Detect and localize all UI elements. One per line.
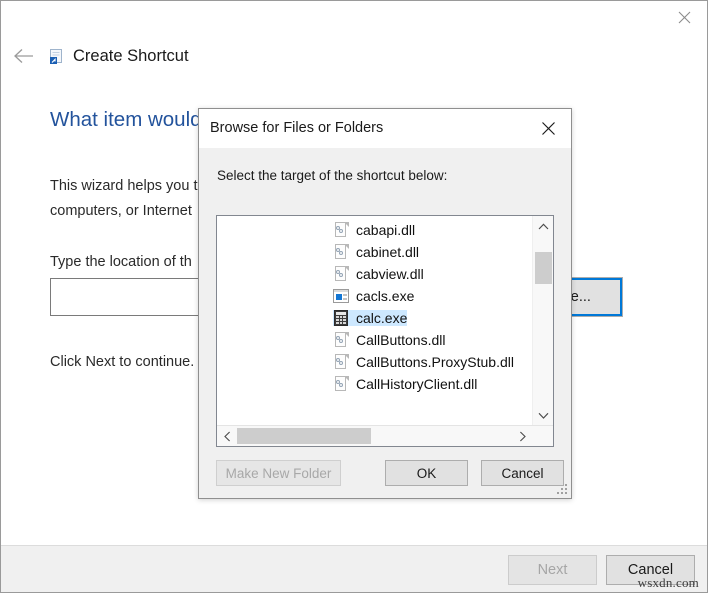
dialog-prompt: Select the target of the shortcut below:: [217, 168, 447, 183]
vertical-scrollbar[interactable]: [532, 216, 553, 425]
list-item[interactable]: calc.exe: [217, 307, 531, 329]
scroll-up-button[interactable]: [533, 216, 554, 236]
screen-root: Create Shortcut What item would This wiz…: [0, 0, 708, 593]
list-item[interactable]: CallButtons.ProxyStub.dll: [217, 351, 531, 373]
file-name: CallButtons.ProxyStub.dll: [356, 354, 514, 370]
horizontal-scroll-thumb[interactable]: [237, 428, 371, 444]
file-name: cabview.dll: [356, 266, 424, 282]
dialog-titlebar: Browse for Files or Folders: [199, 109, 571, 148]
dll-file-icon: [333, 244, 349, 260]
calculator-icon: [333, 310, 349, 326]
vertical-scroll-thumb[interactable]: [535, 252, 552, 284]
list-item[interactable]: cabview.dll: [217, 263, 531, 285]
wizard-note: Click Next to continue.: [50, 354, 194, 370]
description-line-1: This wizard helps you t: [50, 178, 197, 194]
chevron-up-icon: [538, 223, 549, 230]
chevron-right-icon: [519, 431, 526, 442]
list-item[interactable]: cabinet.dll: [217, 241, 531, 263]
wizard-footer: Next Cancel: [1, 545, 707, 592]
file-name: CallButtons.dll: [356, 332, 446, 348]
file-name: cacls.exe: [356, 288, 414, 304]
wizard-header: Create Shortcut: [1, 34, 707, 82]
list-item[interactable]: CallButtons.dll: [217, 329, 531, 351]
ok-button[interactable]: OK: [385, 460, 468, 486]
page-title: Create Shortcut: [73, 47, 189, 66]
resize-grip[interactable]: [556, 483, 568, 495]
chevron-down-icon: [538, 412, 549, 419]
dll-file-icon: [333, 354, 349, 370]
window-titlebar: [1, 1, 707, 34]
chevron-left-icon: [224, 431, 231, 442]
list-item[interactable]: cabapi.dll: [217, 219, 531, 241]
wizard-heading: What item would: [50, 108, 202, 132]
console-exe-icon: [333, 288, 349, 304]
dll-file-icon: [333, 266, 349, 282]
scroll-left-button[interactable]: [217, 426, 237, 446]
scroll-right-button[interactable]: [512, 426, 532, 446]
location-label: Type the location of th: [50, 254, 192, 270]
dialog-cancel-button[interactable]: Cancel: [481, 460, 564, 486]
scroll-down-button[interactable]: [533, 405, 554, 425]
file-name: cabinet.dll: [356, 244, 419, 260]
dll-file-icon: [333, 332, 349, 348]
horizontal-scrollbar[interactable]: [217, 425, 553, 446]
shortcut-icon: [48, 48, 64, 64]
window-close-button[interactable]: [661, 1, 707, 34]
close-icon: [678, 11, 691, 24]
dialog-title: Browse for Files or Folders: [210, 120, 383, 136]
file-list-box: cabapi.dll cabinet.dll cabview.dll cacls.ex…: [216, 215, 554, 447]
list-item[interactable]: cacls.exe: [217, 285, 531, 307]
make-new-folder-button[interactable]: Make New Folder: [216, 460, 341, 486]
file-list[interactable]: cabapi.dll cabinet.dll cabview.dll cacls.ex…: [217, 219, 531, 423]
file-name: CallHistoryClient.dll: [356, 376, 477, 392]
file-name: cabapi.dll: [356, 222, 415, 238]
back-button[interactable]: [10, 42, 38, 70]
close-icon: [541, 121, 556, 136]
dialog-close-button[interactable]: [526, 109, 571, 147]
description-line-2: computers, or Internet: [50, 203, 192, 219]
browse-dialog: Browse for Files or Folders Select the t…: [198, 108, 572, 499]
file-name: calc.exe: [356, 310, 407, 326]
dll-file-icon: [333, 376, 349, 392]
watermark: wsxdn.com: [638, 575, 699, 591]
next-button[interactable]: Next: [508, 555, 597, 585]
list-item[interactable]: CallHistoryClient.dll: [217, 373, 531, 395]
dll-file-icon: [333, 222, 349, 238]
back-arrow-icon: [13, 48, 35, 64]
